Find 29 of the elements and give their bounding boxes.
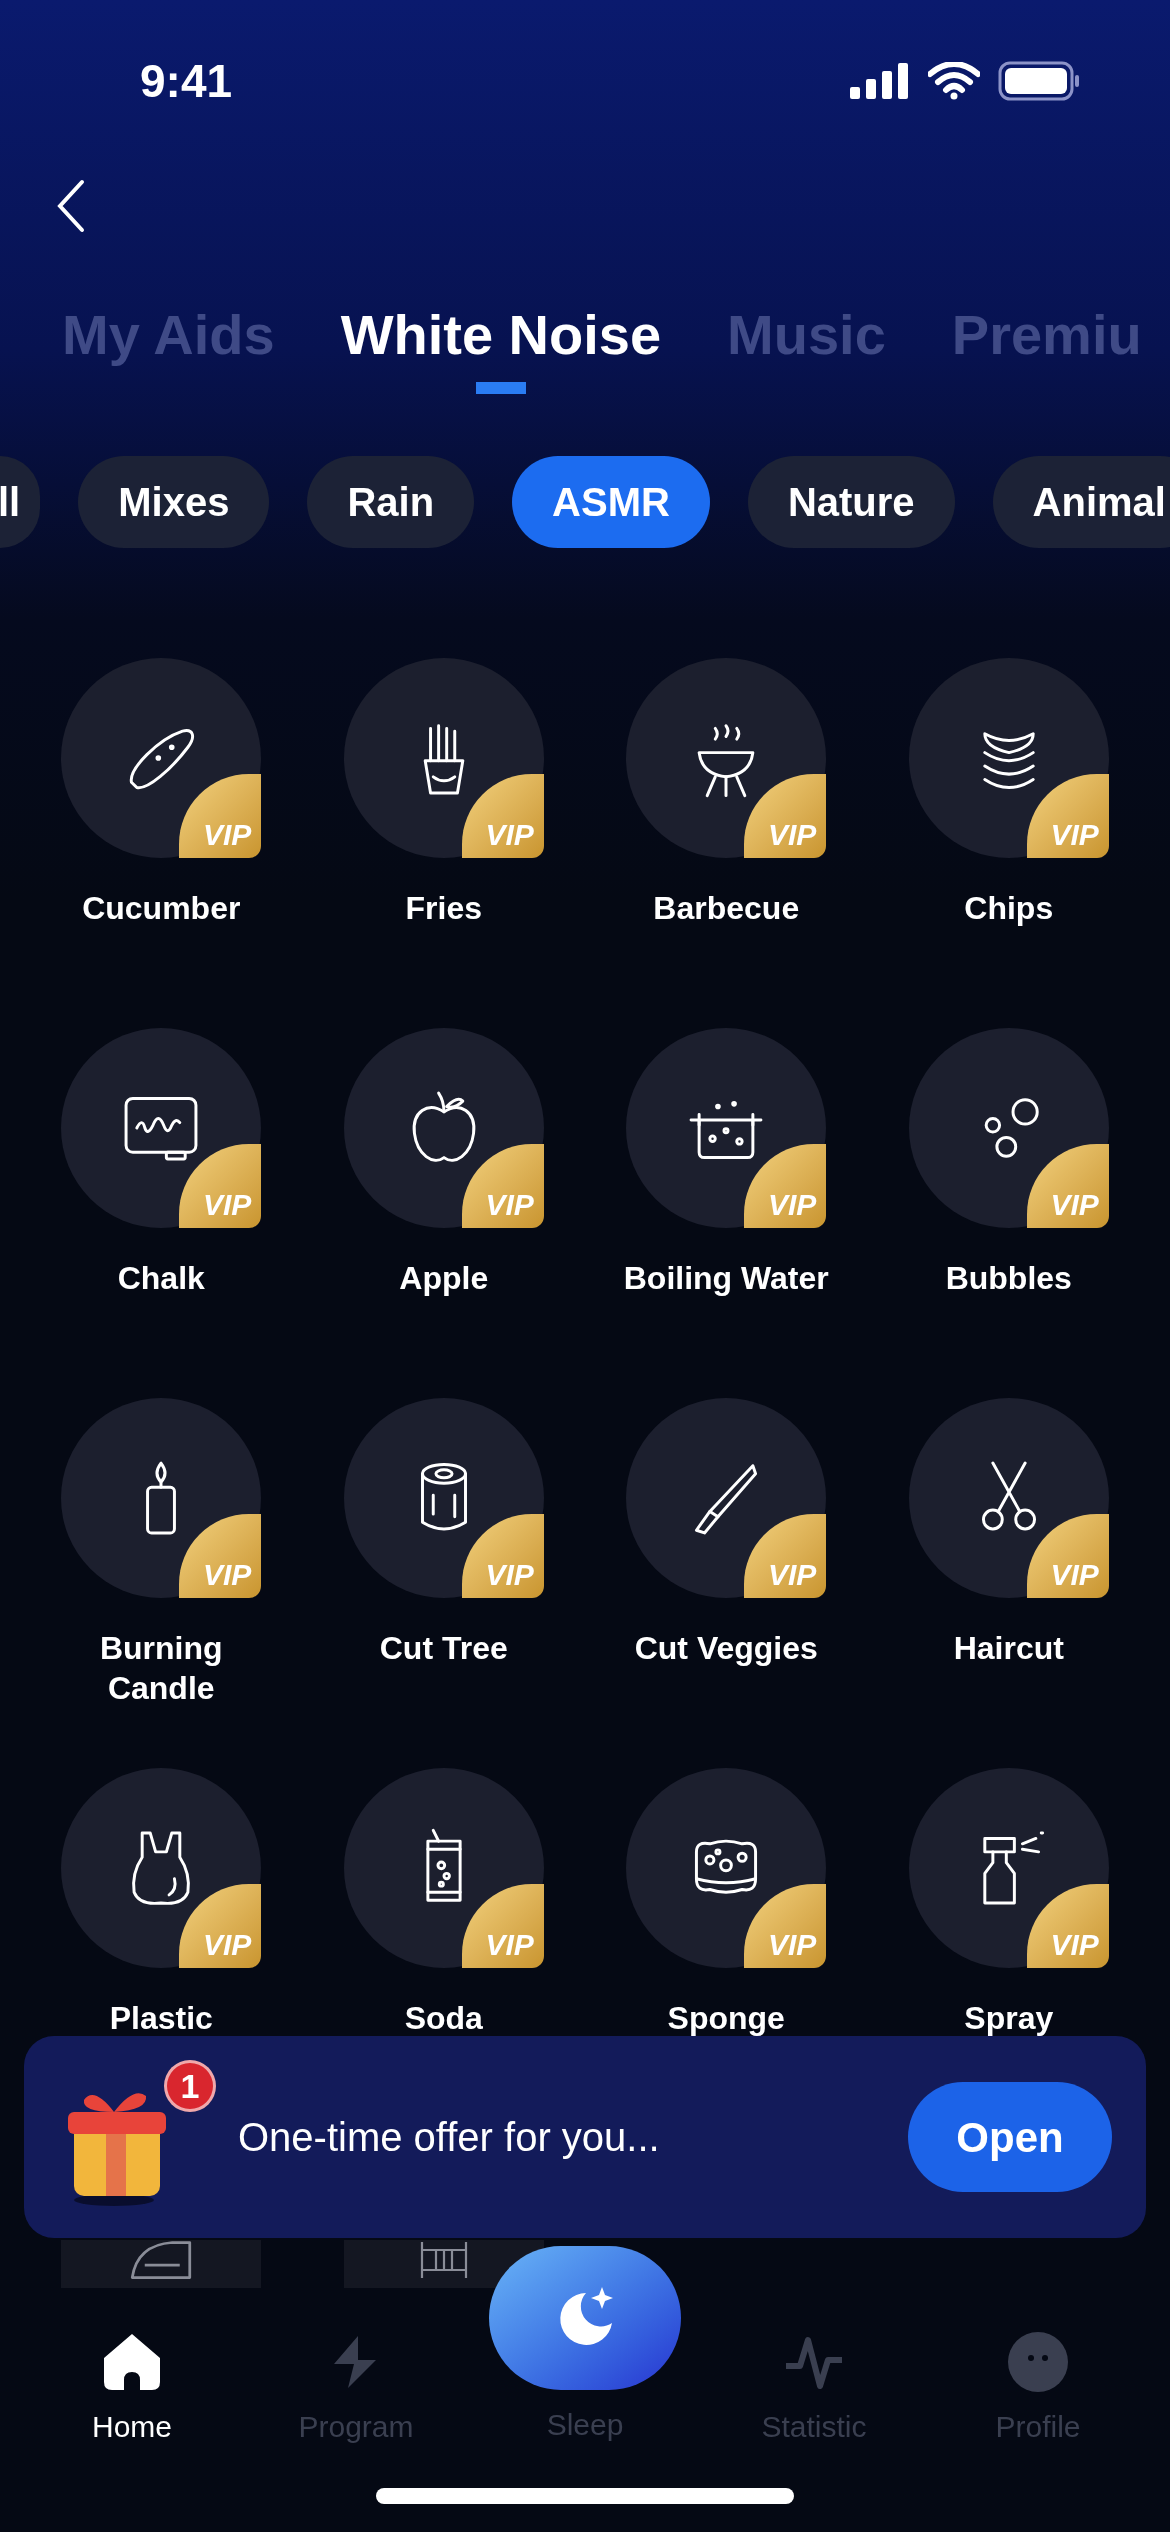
filter-chip[interactable]: Animal — [992, 456, 1170, 548]
filter-chip[interactable]: Rain — [307, 456, 475, 548]
sound-label: Boiling Water — [622, 1259, 830, 1298]
filter-chip[interactable]: Mixes — [78, 456, 270, 548]
sound-label: Fries — [404, 889, 483, 928]
sound-label: Cut Tree — [378, 1629, 509, 1668]
sound-label: Chips — [963, 889, 1055, 928]
status-time: 9:41 — [140, 53, 233, 109]
sound-label: Chalk — [116, 1259, 206, 1298]
sound-label: Bubbles — [944, 1259, 1073, 1298]
sound-label: Haircut — [952, 1629, 1065, 1668]
sound-label: Sponge — [666, 1999, 786, 2038]
offer-text: One-time offer for you... — [238, 2114, 661, 2161]
sound-label: Burning Candle — [98, 1629, 224, 1708]
sound-label: Apple — [398, 1259, 490, 1298]
sound-label: Soda — [403, 1999, 484, 2038]
filter-chip[interactable]: Nature — [747, 456, 955, 548]
sound-label: Barbecue — [652, 889, 801, 928]
category-tab[interactable]: White Noise — [340, 300, 662, 394]
filter-chip[interactable]: ll — [0, 456, 41, 548]
nav-tab[interactable]: Home — [42, 2330, 222, 2449]
sound-label: Cucumber — [81, 889, 242, 928]
sound-label: Cut Veggies — [633, 1629, 819, 1668]
sound-label: Plastic — [108, 1999, 214, 2038]
sound-label: Spray — [963, 1999, 1055, 2038]
notification-badge: 1 — [164, 2060, 216, 2112]
offer-banner[interactable]: 1 One-time offer for you... Open — [24, 2036, 1146, 2238]
open-button[interactable]: Open — [908, 2082, 1112, 2192]
filter-chip[interactable]: ASMR — [512, 456, 710, 548]
